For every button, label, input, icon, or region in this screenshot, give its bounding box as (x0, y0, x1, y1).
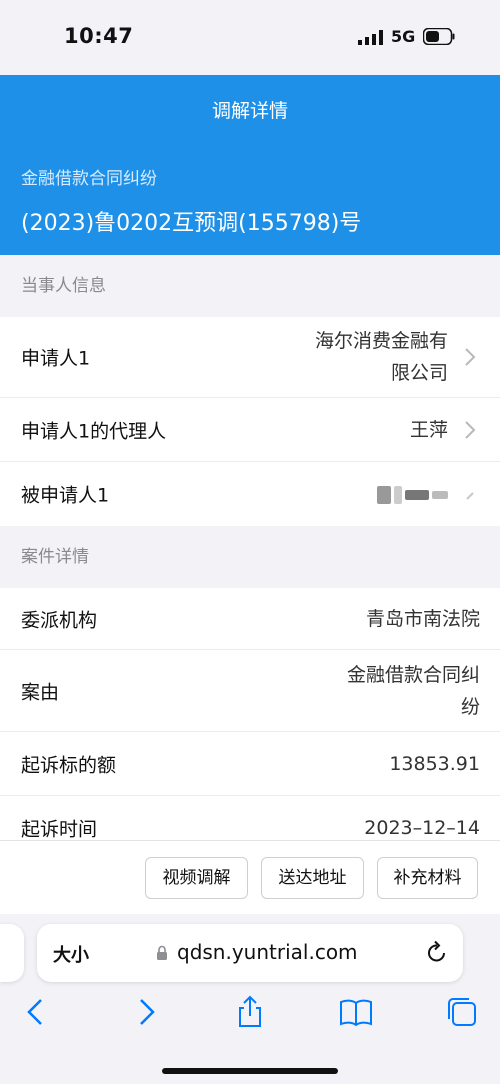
chevron-right-icon (466, 492, 474, 500)
network-type: 5G (391, 27, 416, 46)
party-row-agent[interactable]: 申请人1的代理人 王萍 (0, 398, 500, 462)
back-icon[interactable] (19, 994, 55, 1030)
text-size-button[interactable]: 大小 (53, 941, 89, 967)
section-title-parties: 当事人信息 (0, 255, 500, 317)
value-line-2: 限公司 (390, 362, 448, 384)
row-value: 青岛市南法院 (365, 607, 480, 630)
chevron-right-icon (465, 348, 476, 366)
row-value: 金融借款合同纠 纷 (347, 659, 480, 723)
section-title-case-details: 案件详情 (0, 526, 500, 588)
address-bar[interactable]: 大小 qdsn.yuntrial.com (37, 924, 463, 982)
case-details-list: 委派机构 青岛市南法院 案由 金融借款合同纠 纷 起诉标的额 13853.91 … (0, 588, 500, 860)
video-mediation-button[interactable]: 视频调解 (145, 857, 248, 899)
parties-list: 申请人1 海尔消费金融有 限公司 申请人1的代理人 王萍 被申请人1 (0, 317, 500, 526)
previous-tab-edge[interactable] (0, 924, 24, 982)
battery-icon (423, 28, 455, 45)
value-line-2: 纷 (460, 695, 480, 718)
case-number: (2023)鲁0202互预调(155798)号 (21, 211, 362, 236)
supplement-materials-button[interactable]: 补充材料 (377, 857, 478, 899)
signal-icon (358, 30, 383, 45)
row-label: 被申请人1 (21, 484, 110, 507)
value-line-1: 金融借款合同纠 (346, 663, 480, 686)
row-label: 案由 (21, 681, 60, 703)
redacted-name (374, 478, 448, 510)
forward-icon[interactable] (127, 994, 163, 1030)
value-line-1: 海尔消费金融有 (314, 330, 448, 352)
share-icon[interactable] (232, 994, 268, 1030)
page-title: 调解详情 (211, 100, 288, 122)
home-indicator[interactable] (162, 1068, 338, 1074)
party-row-applicant[interactable]: 申请人1 海尔消费金融有 限公司 (0, 317, 500, 398)
lock-icon (157, 945, 167, 960)
service-address-button[interactable]: 送达地址 (261, 857, 364, 899)
detail-row-cause: 案由 金融借款合同纠 纷 (0, 650, 500, 732)
row-label: 委派机构 (21, 609, 98, 631)
row-value: 王萍 (409, 418, 448, 441)
row-value: 海尔消费金融有 限公司 (315, 325, 448, 389)
row-label: 起诉时间 (21, 818, 98, 841)
row-label: 申请人1的代理人 (21, 420, 167, 442)
bookmarks-icon[interactable] (338, 994, 374, 1030)
case-type: 金融借款合同纠纷 (21, 169, 157, 189)
url-text: qdsn.yuntrial.com (177, 940, 358, 964)
detail-row-agency: 委派机构 青岛市南法院 (0, 588, 500, 650)
row-label: 申请人1 (21, 347, 91, 370)
detail-row-amount: 起诉标的额 13853.91 (0, 732, 500, 796)
reload-icon[interactable] (425, 939, 449, 965)
action-bar: 视频调解 送达地址 补充材料 (0, 840, 500, 914)
status-time: 10:47 (64, 24, 134, 48)
tabs-icon[interactable] (444, 994, 480, 1030)
row-value: 13853.91 (389, 752, 480, 775)
status-bar: 10:47 5G (0, 0, 500, 75)
browser-toolbar: 大小 qdsn.yuntrial.com (0, 914, 500, 1084)
party-row-respondent[interactable]: 被申请人1 (0, 462, 500, 526)
chevron-right-icon (465, 420, 476, 439)
row-label: 起诉标的额 (21, 754, 117, 776)
detail-header: 调解详情 金融借款合同纠纷 (2023)鲁0202互预调(155798)号 (0, 75, 500, 255)
